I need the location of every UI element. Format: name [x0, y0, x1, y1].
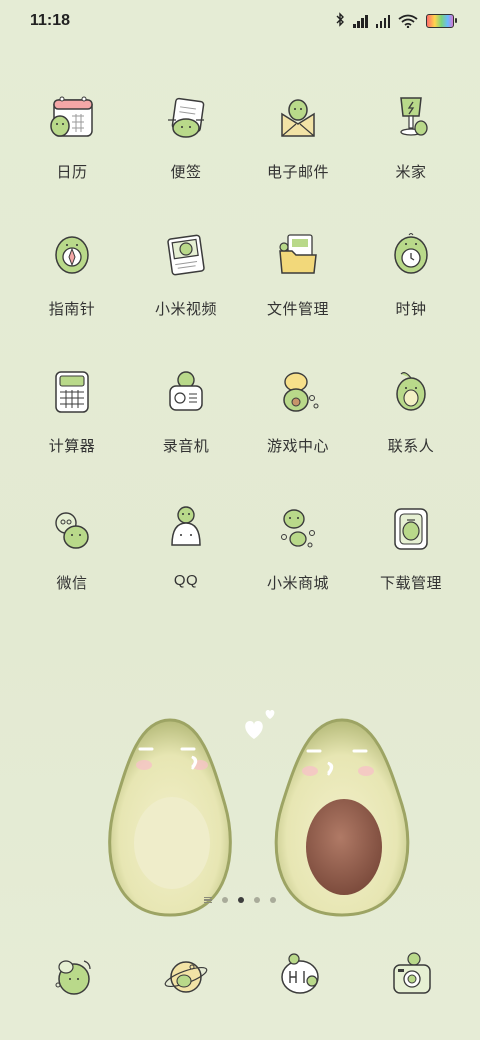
app-email[interactable]: 电子邮件 — [238, 90, 358, 200]
calendar-icon — [50, 96, 93, 137]
recorder-icon — [169, 371, 203, 411]
status-icons — [335, 12, 457, 30]
file-manager-icon — [279, 234, 317, 274]
email-icon — [281, 99, 315, 137]
mijia-icon — [400, 97, 428, 136]
wallpaper-avocado-right — [274, 718, 410, 917]
app-downloads[interactable]: 下载管理 — [351, 501, 471, 611]
messages-icon[interactable] — [158, 947, 214, 1003]
bluetooth-icon — [335, 12, 345, 30]
calculator-icon — [55, 371, 89, 413]
app-label: 计算器 — [48, 438, 96, 455]
clock-icon — [394, 233, 428, 274]
app-calculator[interactable]: 计算器 — [12, 364, 132, 474]
battery-icon — [426, 14, 457, 28]
wifi-icon — [398, 14, 418, 29]
status-time: 11:18 — [30, 12, 71, 29]
app-contacts[interactable]: 联系人 — [351, 364, 471, 474]
app-label: 电子邮件 — [266, 164, 329, 181]
contacts-icon — [396, 372, 426, 411]
app-label: 日历 — [56, 164, 88, 181]
app-label: 微信 — [56, 575, 88, 592]
app-mi-store[interactable]: 小米商城 — [238, 501, 358, 611]
app-label: 米家 — [395, 164, 427, 181]
app-compass[interactable]: 指南针 — [12, 227, 132, 337]
app-wechat[interactable]: 微信 — [12, 501, 132, 611]
compass-icon — [55, 236, 89, 274]
app-qq[interactable]: QQ — [126, 501, 246, 611]
page-indicator-menu[interactable] — [204, 897, 212, 903]
page-dot-active[interactable] — [238, 897, 244, 903]
browser-icon[interactable] — [272, 947, 328, 1003]
app-label: 下载管理 — [379, 575, 442, 592]
qq-icon — [171, 506, 201, 546]
page-indicator[interactable] — [0, 897, 480, 903]
wechat-icon — [55, 512, 89, 549]
app-label: 便签 — [170, 164, 202, 181]
app-mijia[interactable]: 米家 — [351, 90, 471, 200]
mi-store-icon — [281, 509, 315, 548]
app-clock[interactable]: 时钟 — [351, 227, 471, 337]
app-recorder[interactable]: 录音机 — [126, 364, 246, 474]
app-notes[interactable]: 便签 — [126, 90, 246, 200]
app-label: QQ — [173, 572, 199, 589]
signal-icon — [353, 14, 368, 28]
app-calendar[interactable]: 日历 — [12, 90, 132, 200]
app-label: 小米商城 — [266, 575, 329, 592]
page-dot[interactable] — [270, 897, 276, 903]
page-dot[interactable] — [254, 897, 260, 903]
app-label: 指南针 — [48, 301, 96, 318]
notes-icon — [168, 97, 205, 138]
app-label: 录音机 — [162, 438, 210, 455]
app-label: 小米视频 — [154, 301, 217, 318]
game-center-icon — [283, 372, 319, 412]
app-label: 联系人 — [387, 438, 435, 455]
signal-icon — [375, 14, 390, 28]
app-label: 时钟 — [395, 301, 427, 318]
app-game-center[interactable]: 游戏中心 — [238, 364, 358, 474]
page-dot[interactable] — [222, 897, 228, 903]
hearts-decoration — [245, 710, 275, 739]
phone-icon[interactable] — [46, 947, 102, 1003]
video-icon — [167, 234, 205, 276]
app-file-manager[interactable]: 文件管理 — [238, 227, 358, 337]
status-bar: 11:18 — [0, 0, 480, 44]
downloads-icon — [394, 508, 428, 550]
wallpaper-avocado-left — [108, 718, 232, 917]
app-video[interactable]: 小米视频 — [126, 227, 246, 337]
app-label: 文件管理 — [266, 301, 329, 318]
app-label: 游戏中心 — [266, 438, 329, 455]
camera-icon[interactable] — [384, 947, 440, 1003]
